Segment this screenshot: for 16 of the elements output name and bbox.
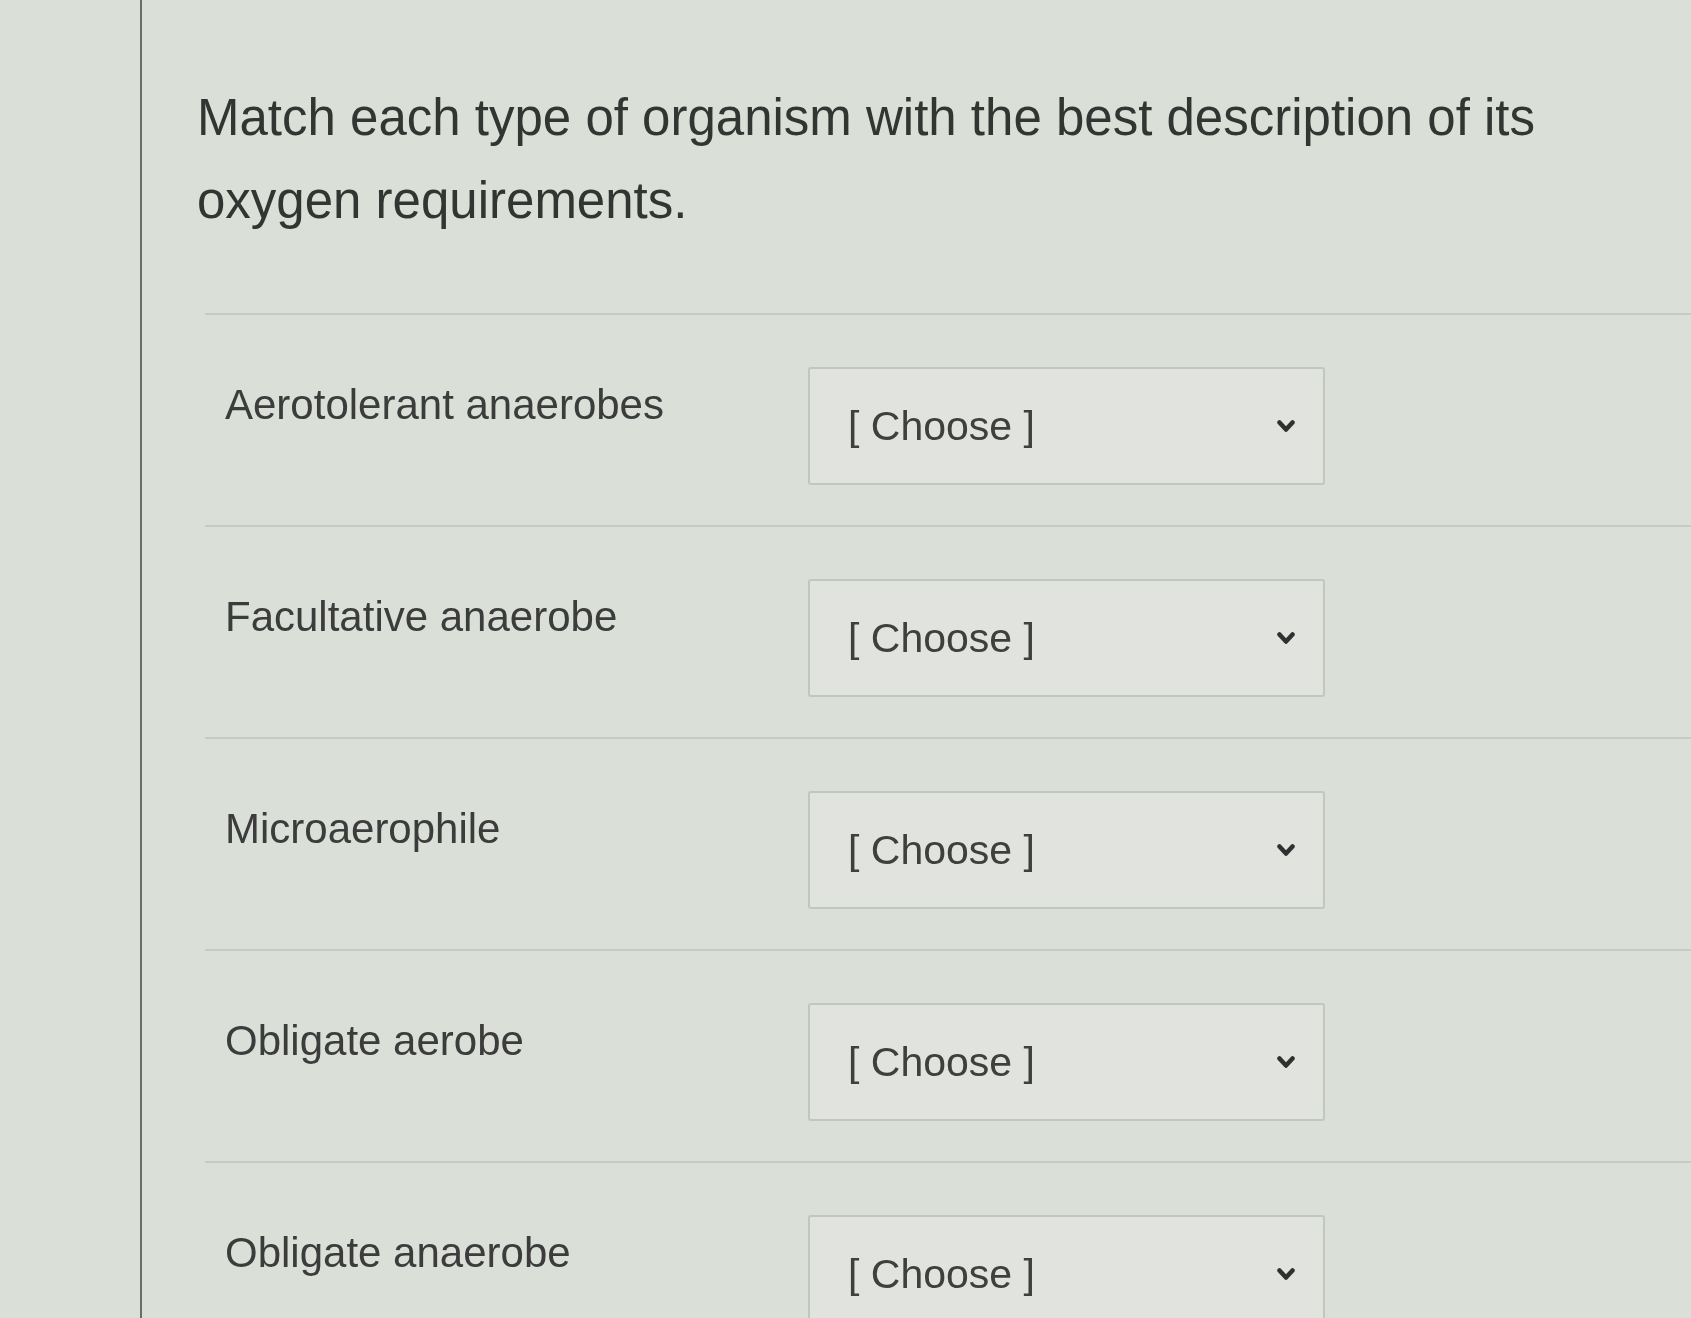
answer-dropdown[interactable]: [ Choose ] — [808, 1215, 1325, 1318]
organism-label: Obligate aerobe — [225, 1017, 524, 1065]
chevron-down-icon — [1277, 420, 1295, 432]
chevron-down-icon — [1277, 1268, 1295, 1280]
chevron-down-icon — [1277, 1056, 1295, 1068]
question-prompt: Match each type of organism with the best description of its oxygen requirements. — [197, 88, 1536, 231]
organism-label: Facultative anaerobe — [225, 593, 618, 641]
answer-dropdown[interactable]: [ Choose ] — [808, 1003, 1325, 1121]
answer-dropdown[interactable]: [ Choose ] — [808, 367, 1325, 485]
organism-label: Microaerophile — [225, 805, 501, 853]
chevron-down-icon — [1277, 632, 1295, 644]
organism-label: Obligate anaerobe — [225, 1229, 571, 1277]
organism-label: Aerotolerant anaerobes — [225, 381, 664, 429]
chevron-down-icon — [1277, 844, 1295, 856]
answer-dropdown[interactable]: [ Choose ] — [808, 579, 1325, 697]
answer-dropdown[interactable]: [ Choose ] — [808, 791, 1325, 909]
